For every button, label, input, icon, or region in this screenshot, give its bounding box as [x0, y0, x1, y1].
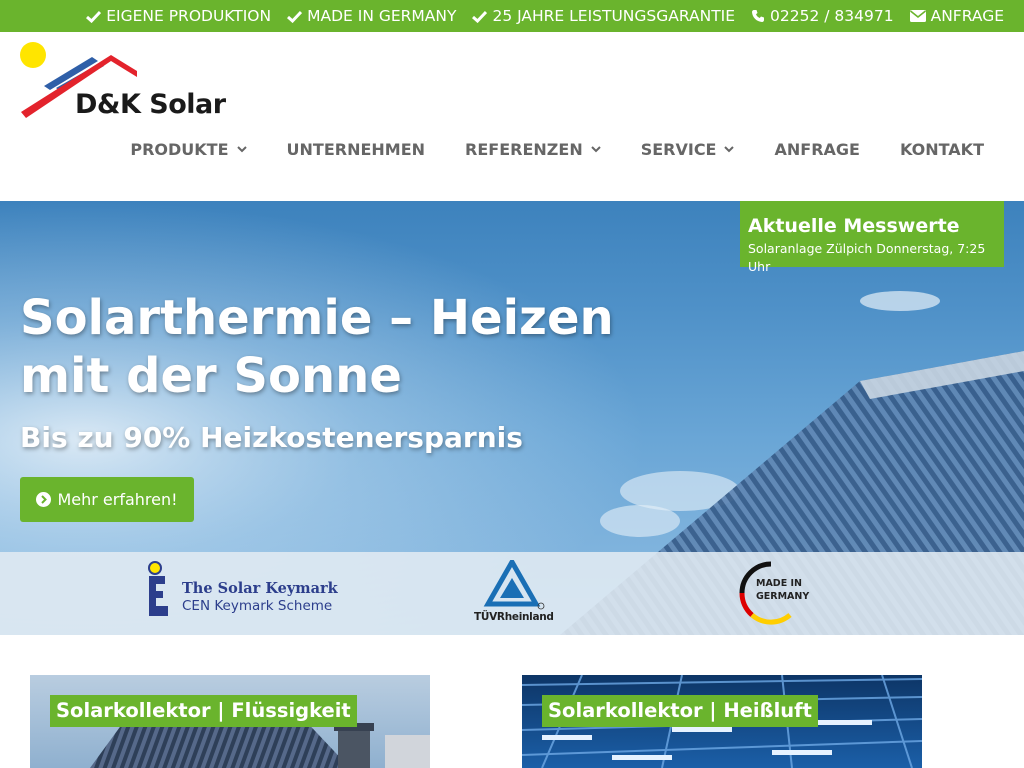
mehr-erfahren-label: Mehr erfahren!: [57, 490, 178, 509]
product-card-fluessigkeit[interactable]: Solarkollektor | Flüssigkeit: [30, 675, 430, 768]
tuv-text: TÜVRheinland: [474, 611, 554, 623]
nav-item-referenzen[interactable]: REFERENZEN: [465, 140, 601, 159]
anfrage-label: ANFRAGE: [930, 7, 1004, 25]
nav-item-kontakt[interactable]: KONTAKT: [900, 140, 984, 159]
usp-label: 25 JAHRE LEISTUNGSGARANTIE: [492, 7, 736, 25]
card-label: Solarkollektor | Heißluft: [542, 695, 818, 727]
messwerte-panel[interactable]: Aktuelle Messwerte Solaranlage Zülpich D…: [740, 201, 1004, 274]
nav-label: SERVICE: [640, 139, 717, 159]
nav-label: ANFRAGE: [774, 139, 860, 159]
usp-eigene-produktion: EIGENE PRODUKTION: [86, 7, 271, 25]
mehr-erfahren-button[interactable]: Mehr erfahren!: [20, 477, 194, 522]
nav-label: KONTAKT: [899, 139, 984, 159]
nav-label: UNTERNEHMEN: [286, 139, 426, 159]
nav-label: REFERENZEN: [465, 139, 583, 159]
check-icon: [287, 10, 303, 23]
chevron-circle-right-icon: [36, 492, 52, 507]
main-navigation: PRODUKTE UNTERNEHMEN REFERENZEN SERVICE …: [130, 133, 984, 165]
check-icon: [86, 10, 102, 23]
certificates-strip: The Solar Keymark CEN Keymark Scheme TÜV…: [0, 552, 1024, 635]
keymark-line1: The Solar Keymark: [182, 580, 338, 597]
usp-label: MADE IN GERMANY: [307, 7, 457, 25]
phone-icon: [752, 10, 765, 22]
envelope-icon: [909, 10, 926, 22]
nav-item-unternehmen[interactable]: UNTERNEHMEN: [287, 140, 426, 159]
hero-subtitle: Bis zu 90% Heizkostenersparnis: [20, 421, 523, 454]
hero-slider: Aktuelle Messwerte Solaranlage Zülpich D…: [0, 201, 1024, 635]
chevron-down-icon: [590, 145, 601, 152]
solar-keymark-logo: The Solar Keymark CEN Keymark Scheme: [146, 560, 356, 622]
mig-line2: GERMANY: [756, 591, 810, 602]
keymark-icon: [148, 561, 168, 616]
keymark-line2: CEN Keymark Scheme: [182, 598, 333, 614]
made-in-germany-badge: MADE IN GERMANY: [738, 560, 818, 626]
check-icon: [472, 10, 488, 23]
product-card-heissluft[interactable]: Solarkollektor | Heißluft: [522, 675, 922, 768]
logo[interactable]: D&K Solar: [18, 40, 228, 120]
chevron-down-icon: [236, 145, 247, 152]
messwerte-subtitle: Solaranlage Zülpich Donnerstag, 7:25 Uhr: [748, 241, 986, 274]
messwerte-title: Aktuelle Messwerte: [748, 215, 960, 237]
phone-number: 02252 / 834971: [770, 7, 894, 25]
top-bar: EIGENE PRODUKTION MADE IN GERMANY 25 JAH…: [0, 0, 1024, 32]
mig-line1: MADE IN: [756, 578, 802, 589]
chevron-down-icon: [724, 145, 735, 152]
tuv-triangle-icon: [483, 560, 545, 610]
site-header: D&K Solar PRODUKTE UNTERNEHMEN REFERENZE…: [0, 32, 1024, 201]
hero-title: Solarthermie – Heizen mit der Sonne: [20, 290, 614, 404]
logo-text: D&K Solar: [75, 89, 226, 120]
anfrage-link[interactable]: ANFRAGE: [909, 7, 1004, 25]
nav-label: PRODUKTE: [130, 139, 229, 159]
usp-leistungsgarantie: 25 JAHRE LEISTUNGSGARANTIE: [472, 7, 735, 25]
usp-label: EIGENE PRODUKTION: [106, 7, 272, 25]
nav-item-service[interactable]: SERVICE: [641, 140, 735, 159]
nav-item-produkte[interactable]: PRODUKTE: [130, 139, 247, 159]
tuv-rheinland-logo: TÜVRheinland: [474, 560, 554, 626]
nav-item-anfrage[interactable]: ANFRAGE: [774, 140, 859, 159]
usp-made-in-germany: MADE IN GERMANY: [287, 7, 456, 25]
card-label: Solarkollektor | Flüssigkeit: [50, 695, 357, 727]
phone-link[interactable]: 02252 / 834971: [751, 7, 894, 25]
